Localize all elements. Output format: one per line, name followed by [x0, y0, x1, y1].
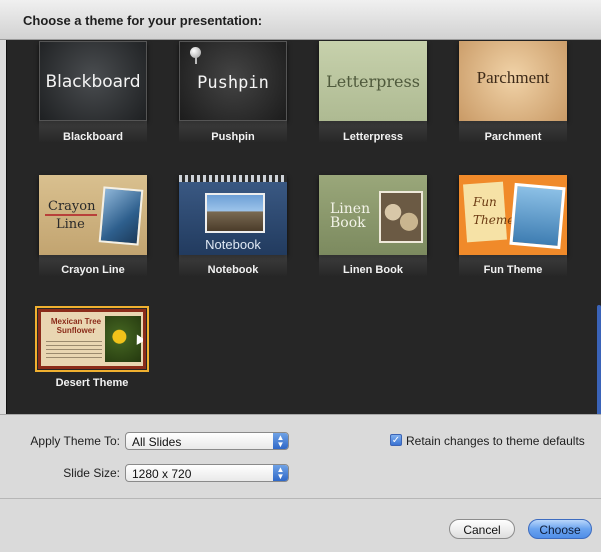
thumbnail-photo	[98, 186, 144, 246]
theme-label-blackboard[interactable]: Blackboard	[23, 131, 163, 143]
thumbnail-photo	[205, 193, 265, 233]
apply-theme-select[interactable]: All Slides ▲ ▼	[125, 432, 289, 450]
theme-thumbnail-fun-theme[interactable]: Fun Theme	[459, 175, 567, 255]
crayon-underline	[45, 214, 97, 216]
thumbnail-title: Fun Theme	[473, 193, 514, 229]
thumbnail-title-line1: Mexican Tree	[50, 317, 102, 326]
thumbnail-title: Pushpin	[197, 73, 269, 93]
theme-gallery: Blackboard Blackboard Pushpin Pushpin Le…	[6, 40, 601, 414]
apply-theme-value: All Slides	[132, 435, 182, 449]
thumbnail-title: Linen Book	[330, 202, 370, 230]
cancel-button[interactable]: Cancel	[449, 519, 515, 539]
thumbnail-title: Blackboard	[45, 72, 141, 92]
slide-size-select[interactable]: 1280 x 720 ▲ ▼	[125, 464, 289, 482]
theme-thumbnail-parchment[interactable]: Parchment	[459, 41, 567, 121]
thumbnail-title: Letterpress	[326, 72, 420, 91]
retain-changes-label[interactable]: Retain changes to theme defaults	[406, 434, 585, 448]
thumbnail-photo	[379, 191, 423, 243]
dialog-header: Choose a theme for your presentation:	[0, 0, 601, 40]
thumbnail-title: Crayon	[48, 199, 96, 214]
pushpin-shaft	[195, 57, 197, 64]
choose-button[interactable]: Choose	[528, 519, 592, 539]
theme-label-fun-theme[interactable]: Fun Theme	[443, 264, 583, 276]
theme-label-notebook[interactable]: Notebook	[163, 264, 303, 276]
thumbnail-title: Notebook	[205, 237, 261, 252]
retain-changes-checkbox[interactable]: ✓	[390, 434, 402, 446]
theme-thumbnail-crayon-line[interactable]: Crayon Line	[39, 175, 147, 255]
theme-label-desert-theme[interactable]: Desert Theme	[22, 377, 162, 389]
up-down-arrows-icon: ▲ ▼	[273, 465, 288, 481]
theme-label-parchment[interactable]: Parchment	[443, 131, 583, 143]
theme-thumbnail-pushpin[interactable]: Pushpin	[179, 41, 287, 121]
apply-theme-label: Apply Theme To:	[30, 434, 120, 448]
thumbnail-title: Parchment	[476, 68, 550, 87]
theme-thumbnail-blackboard[interactable]: Blackboard	[39, 41, 147, 121]
theme-thumbnail-letterpress[interactable]: Letterpress	[319, 41, 427, 121]
panel-divider	[0, 498, 601, 499]
theme-thumbnail-linen-book[interactable]: Linen Book	[319, 175, 427, 255]
theme-thumbnail-desert-theme[interactable]: Mexican Tree Sunflower	[38, 309, 146, 369]
gallery-scrollbar[interactable]	[597, 305, 601, 414]
thumbnail-title-line2: Theme	[473, 213, 515, 227]
theme-label-pushpin[interactable]: Pushpin	[163, 131, 303, 143]
slide-size-value: 1280 x 720	[132, 467, 192, 481]
theme-thumbnail-notebook[interactable]: Notebook	[179, 175, 287, 255]
thumbnail-title: Mexican Tree Sunflower	[46, 317, 106, 335]
thumbnail-subtitle: Line	[56, 217, 85, 232]
theme-label-linen-book[interactable]: Linen Book	[303, 264, 443, 276]
thumbnail-title-line2: Sunflower	[56, 326, 96, 335]
selection-highlight: Mexican Tree Sunflower	[35, 306, 149, 372]
thumbnail-title-line1: Linen	[330, 201, 371, 217]
up-down-arrows-icon: ▲ ▼	[273, 433, 288, 449]
theme-label-letterpress[interactable]: Letterpress	[303, 131, 443, 143]
thumbnail-bullets	[46, 338, 102, 360]
dialog-title: Choose a theme for your presentation:	[23, 13, 263, 28]
thumbnail-title-line1: Fun	[473, 195, 497, 209]
spiral-binding	[179, 175, 287, 182]
thumbnail-title-line2: Book	[330, 215, 366, 231]
thumbnail-photo	[509, 182, 566, 250]
theme-label-crayon-line[interactable]: Crayon Line	[23, 264, 163, 276]
slide-size-label: Slide Size:	[63, 466, 120, 480]
